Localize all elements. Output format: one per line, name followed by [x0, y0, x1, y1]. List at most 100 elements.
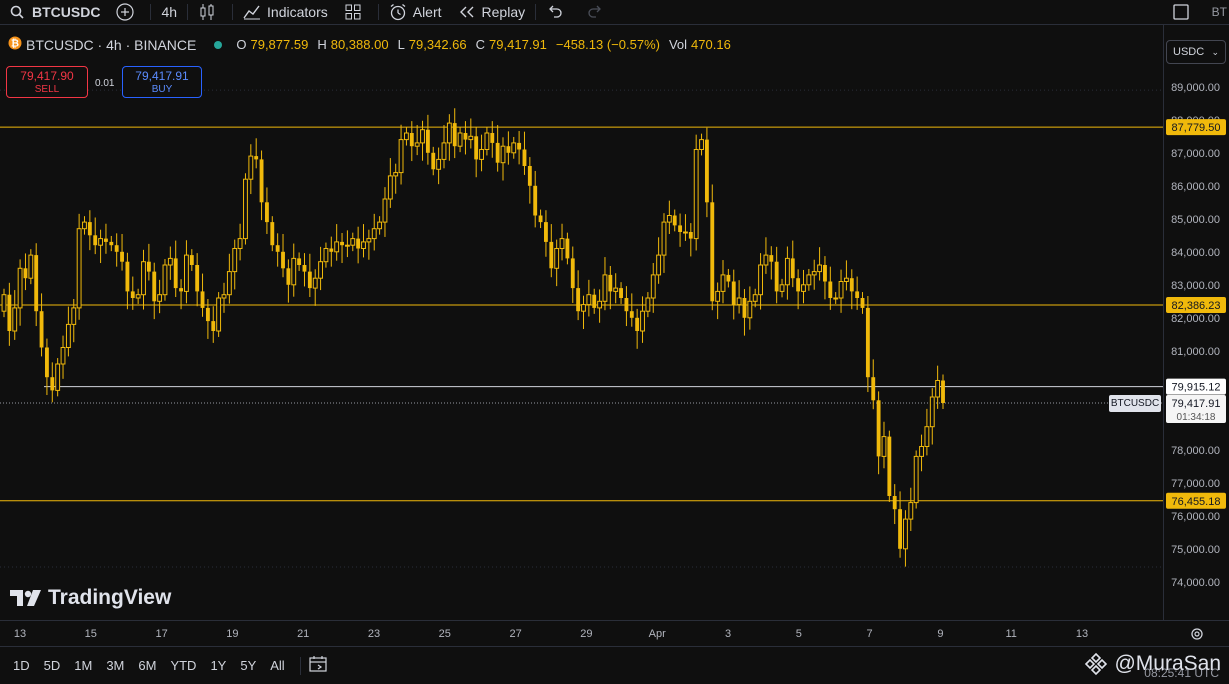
- candle-body-down: [495, 142, 500, 163]
- interval-button[interactable]: 4h: [153, 0, 185, 24]
- indicators-icon: [243, 3, 261, 21]
- candle-body-down: [425, 129, 430, 153]
- range-button-ytd[interactable]: YTD: [163, 658, 203, 673]
- candle-body-up: [484, 132, 490, 150]
- candle-body-up: [913, 455, 919, 504]
- candle-body-down: [463, 133, 468, 140]
- range-button-1d[interactable]: 1D: [6, 658, 37, 673]
- candle-body-down: [7, 294, 12, 331]
- redo-button[interactable]: [578, 0, 618, 24]
- candle-body-down: [565, 238, 570, 259]
- candle-body-down: [195, 265, 200, 292]
- candle-body-up: [720, 274, 726, 292]
- currency-select[interactable]: USDC ⌄: [1166, 40, 1226, 64]
- candle-body-up: [441, 142, 447, 160]
- candle-body-up: [82, 221, 87, 230]
- alert-button[interactable]: Alert: [381, 0, 450, 24]
- candle-body-down: [329, 248, 334, 252]
- buy-button[interactable]: 79,417.91 BUY: [122, 66, 202, 98]
- credit-text: @MuraSan: [1114, 652, 1221, 675]
- candle-body-down: [592, 294, 597, 308]
- compare-button[interactable]: [108, 0, 148, 24]
- symbol-search[interactable]: BTCUSDC: [0, 0, 108, 24]
- candle-body-up: [903, 518, 908, 550]
- candle-body-up: [736, 297, 742, 306]
- candle-body-up: [479, 149, 484, 160]
- candle-body-down: [731, 281, 736, 305]
- candle-body-down: [624, 298, 629, 312]
- range-button-5y[interactable]: 5Y: [233, 658, 263, 673]
- price-axis[interactable]: 89,000.0088,000.0087,000.0086,000.0085,0…: [1163, 25, 1229, 620]
- candle-body-down: [506, 146, 511, 153]
- candle-body-up: [344, 244, 350, 247]
- time-tick-label: 17: [155, 628, 167, 640]
- candle-body-down: [302, 265, 307, 272]
- candlestick-chart[interactable]: [0, 25, 1163, 620]
- date-range-icon[interactable]: [309, 655, 329, 676]
- sell-button[interactable]: 79,417.90 SELL: [6, 66, 88, 98]
- chart-type-button[interactable]: [190, 0, 230, 24]
- range-button-1m[interactable]: 1M: [67, 658, 99, 673]
- chart-legend: ₿ BTCUSDC · 4h · BINANCE O 79,877.59 H 80,…: [8, 36, 736, 53]
- candle-body-down: [104, 238, 108, 242]
- grid-icon: [344, 3, 362, 21]
- range-button-1y[interactable]: 1Y: [203, 658, 233, 673]
- rewind-icon: [458, 3, 476, 21]
- candle-body-down: [431, 152, 436, 170]
- legend-close-label: C: [475, 37, 486, 52]
- indicators-button[interactable]: Indicators: [235, 0, 336, 24]
- candle-body-down: [608, 274, 613, 292]
- candle-body-down: [114, 245, 119, 252]
- candle-body-down: [205, 307, 210, 322]
- legend-symbol[interactable]: BTCUSDC · 4h · BINANCE: [26, 37, 196, 53]
- fullscreen-button[interactable]: [1164, 0, 1204, 24]
- replay-label: Replay: [481, 4, 526, 20]
- chart-pane[interactable]: [0, 25, 1163, 620]
- candle-body-down: [855, 291, 860, 298]
- candle-body-up: [715, 290, 721, 302]
- candle-body-down: [281, 251, 285, 269]
- candle-body-up: [806, 274, 812, 286]
- candle-body-up: [237, 238, 243, 250]
- candle-body-down: [264, 202, 269, 223]
- range-button-5d[interactable]: 5D: [37, 658, 68, 673]
- tradingview-watermark[interactable]: TradingView: [10, 586, 171, 610]
- price-tick-label: 87,000.00: [1171, 148, 1220, 160]
- range-button-3m[interactable]: 3M: [99, 658, 131, 673]
- gear-ring: [1191, 628, 1203, 640]
- candle-body-up: [747, 300, 753, 319]
- candle-body-down: [726, 274, 731, 282]
- candle-body-up: [135, 294, 141, 299]
- candle-body-down: [254, 156, 259, 160]
- layouts-button[interactable]: [336, 0, 376, 24]
- candle-body-down: [522, 149, 527, 166]
- alert-label: Alert: [412, 4, 442, 20]
- candle-body-down: [474, 136, 479, 160]
- candle-body-down: [34, 255, 39, 312]
- time-axis-scale[interactable]: 13 15 17 19 21 23 25 27 29 Apr 3 5 7 9 11 13: [0, 621, 1229, 647]
- candle-body-down: [533, 185, 538, 216]
- candle-body-up: [693, 149, 699, 240]
- range-button-6m[interactable]: 6M: [131, 658, 163, 673]
- range-button-all[interactable]: All: [263, 658, 291, 673]
- square-icon: [1172, 3, 1190, 21]
- time-tick-label: 27: [509, 628, 521, 640]
- candle-body-down: [23, 268, 28, 279]
- alarm-clock-icon: [389, 3, 407, 21]
- candle-body-up: [929, 396, 935, 428]
- price-axis-scale[interactable]: 89,000.0088,000.0087,000.0086,000.0085,0…: [1164, 25, 1229, 620]
- candle-body-up: [597, 300, 603, 309]
- candle-body-down: [871, 377, 876, 401]
- candle-body-up: [323, 248, 329, 263]
- replay-button[interactable]: Replay: [450, 0, 534, 24]
- candle-body-up: [924, 426, 930, 448]
- time-tick-label: 13: [1076, 628, 1088, 640]
- time-axis[interactable]: 13 15 17 19 21 23 25 27 29 Apr 3 5 7 9 11 13: [0, 620, 1229, 647]
- candle-body-down: [769, 255, 774, 262]
- time-tick-label: 5: [796, 628, 802, 640]
- market-status-icon[interactable]: [214, 40, 223, 49]
- candle-body-down: [152, 271, 157, 302]
- undo-button[interactable]: [538, 0, 578, 24]
- candle-body-up: [65, 323, 71, 348]
- time-tick-label: 21: [297, 628, 309, 640]
